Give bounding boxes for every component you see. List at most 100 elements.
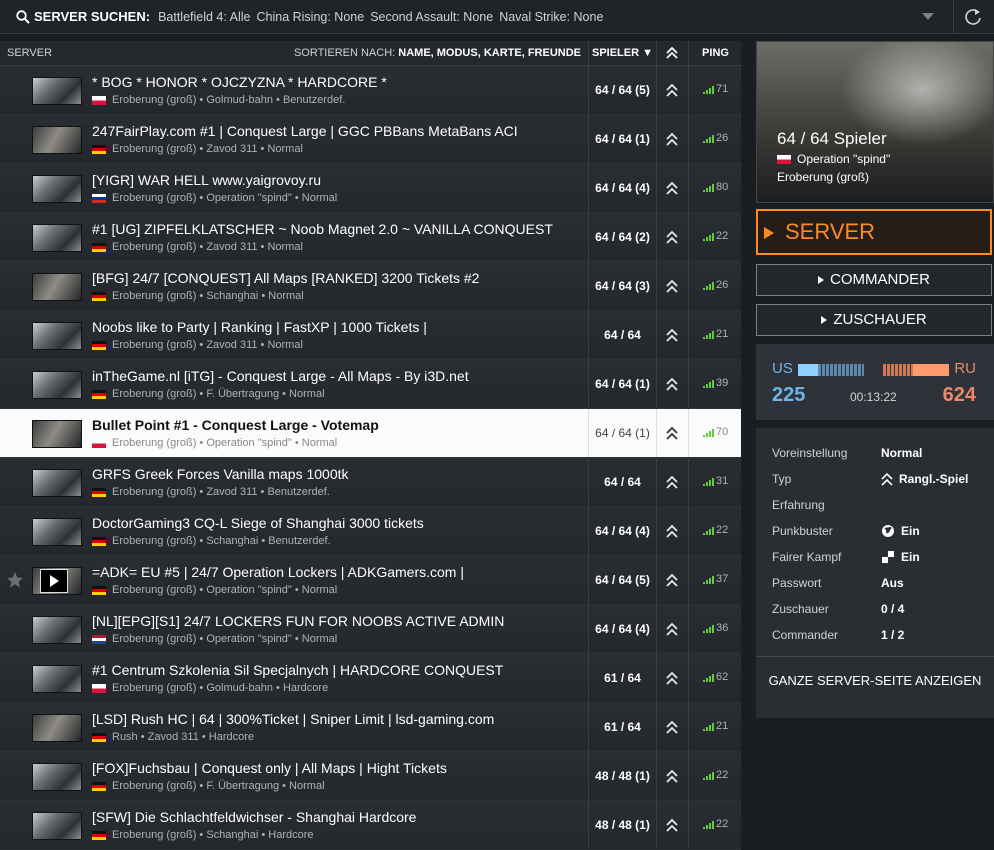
- setting-value-text: Rangl.-Spiel: [899, 472, 969, 486]
- server-ping: 26: [688, 262, 742, 310]
- ping-signal-icon: [703, 233, 714, 241]
- join-server-button[interactable]: SERVER BEITRETEN: [756, 209, 992, 286]
- flag-icon: [92, 438, 106, 448]
- fairfight-icon: [882, 551, 894, 563]
- ranked-indicator: [656, 458, 688, 506]
- server-row[interactable]: 247FairPlay.com #1 | Conquest Large | GG…: [0, 115, 741, 164]
- column-players[interactable]: SPIELER ▼: [588, 41, 656, 65]
- server-row[interactable]: [YIGR] WAR HELL www.yaigrovoy.ru Eroberun…: [0, 164, 741, 213]
- server-info: Eroberung (groß) • Operation "spind" • N…: [92, 584, 337, 596]
- search-label: SERVER SUCHEN:: [34, 9, 151, 24]
- server-ping: 22: [688, 507, 742, 555]
- team1-name: US: [772, 360, 793, 377]
- server-row[interactable]: inTheGame.nl [iTG] - Conquest Large - Al…: [0, 360, 741, 409]
- server-players: 64 / 64 (5): [588, 66, 656, 114]
- filter-summary[interactable]: Battlefield 4: Alle China Rising: None S…: [158, 10, 603, 24]
- server-mode-map: Eroberung (groß) • Golmud-bahn • Hardcor…: [112, 682, 329, 694]
- server-row[interactable]: #1 [UG] ZIPFELKLATSCHER ~ Noob Magnet 2.…: [0, 213, 741, 262]
- flag-icon: [92, 242, 106, 252]
- ranked-indicator: [656, 311, 688, 359]
- server-mode-map: Eroberung (groß) • Operation "spind" • N…: [112, 584, 338, 596]
- server-row[interactable]: Noobs like to Party | Ranking | FastXP |…: [0, 311, 741, 360]
- server-ping: 36: [688, 605, 742, 653]
- flag-icon: [92, 487, 106, 497]
- server-info: Rush • Zavod 311 • Hardcore: [92, 731, 254, 743]
- setting-row: Fairer Kampf Ein: [772, 550, 982, 566]
- ping-value: 21: [716, 328, 729, 340]
- setting-value: Normal: [881, 446, 922, 460]
- filter-second-assault[interactable]: Second Assault: None: [370, 10, 493, 24]
- ping-value: 70: [716, 426, 729, 438]
- filter-battlefield4[interactable]: Battlefield 4: Alle: [158, 10, 250, 24]
- server-row[interactable]: * BOG * HONOR * OJCZYZNA * HARDCORE * Ero…: [0, 66, 741, 115]
- server-row[interactable]: DoctorGaming3 CQ-L Siege of Shanghai 300…: [0, 507, 741, 556]
- server-row[interactable]: #1 Centrum Szkolenia Sil Specjalnych | H…: [0, 654, 741, 703]
- flag-icon: [92, 193, 106, 203]
- setting-value: 1 / 2: [881, 628, 904, 642]
- play-icon: [821, 316, 828, 325]
- server-row[interactable]: [SFW] Die Schlachtfeldwichser - Shanghai…: [0, 801, 741, 850]
- full-server-page-button[interactable]: GANZE SERVER-SEITE ANZEIGEN: [756, 674, 994, 688]
- column-ping[interactable]: PING: [688, 41, 742, 65]
- flag-icon: [92, 144, 106, 154]
- server-row[interactable]: GRFS Greek Forces Vanilla maps 1000tk Ero…: [0, 458, 741, 507]
- server-row[interactable]: Bullet Point #1 - Conquest Large - Votem…: [0, 409, 741, 458]
- column-rank[interactable]: [656, 41, 688, 65]
- rank-icon: [666, 720, 678, 734]
- commander-label: COMMANDER: [830, 271, 930, 288]
- server-ping: 26: [688, 115, 742, 163]
- server-mode-map: Eroberung (groß) • F. Übertragung • Norm…: [112, 780, 325, 792]
- team1-tickets: 225: [772, 384, 806, 406]
- spectator-button[interactable]: ZUSCHAUER: [756, 304, 992, 336]
- commander-button[interactable]: COMMANDER: [756, 264, 992, 296]
- chevron-down-icon[interactable]: [922, 13, 934, 20]
- ping-value: 39: [716, 377, 729, 389]
- rank-icon: [666, 46, 678, 59]
- server-row[interactable]: =ADK= EU #5 | 24/7 Operation Lockers | A…: [0, 556, 741, 605]
- ranked-indicator: [656, 409, 688, 457]
- server-row[interactable]: [BFG] 24/7 [CONQUEST] All Maps [RANKED] …: [0, 262, 741, 311]
- map-preview: 64 / 64 Spieler Operation "spind" Erober…: [756, 41, 994, 203]
- server-mode-map: Rush • Zavod 311 • Hardcore: [112, 731, 255, 743]
- server-ping: 37: [688, 556, 742, 604]
- map-thumbnail: [32, 665, 82, 693]
- server-name: DoctorGaming3 CQ-L Siege of Shanghai 300…: [92, 515, 424, 531]
- server-info: Eroberung (groß) • Zavod 311 • Normal: [92, 241, 303, 253]
- server-players: 64 / 64 (1): [588, 409, 656, 457]
- setting-label: Voreinstellung: [772, 446, 848, 460]
- server-info: Eroberung (groß) • Zavod 311 • Normal: [92, 143, 303, 155]
- favorite-star-icon[interactable]: [6, 571, 24, 589]
- sort-choices[interactable]: NAME, MODUS, KARTE, FREUNDE: [398, 47, 581, 59]
- ranked-indicator: [656, 507, 688, 555]
- server-info: Eroberung (groß) • Operation "spind" • N…: [92, 633, 337, 645]
- sort-options[interactable]: SORTIEREN NACH: NAME, MODUS, KARTE, FREU…: [294, 47, 581, 59]
- ranked-indicator: [656, 654, 688, 702]
- filter-china-rising[interactable]: China Rising: None: [256, 10, 364, 24]
- map-thumbnail: [32, 518, 82, 546]
- team2-tickets: 624: [942, 384, 976, 406]
- refresh-icon[interactable]: [963, 7, 983, 27]
- ping-value: 26: [716, 132, 729, 144]
- server-row[interactable]: [NL][EPG][S1] 24/7 LOCKERS FUN FOR NOOBS…: [0, 605, 741, 654]
- map-thumbnail: [32, 175, 82, 203]
- server-info: Eroberung (groß) • Schanghai • Benutzerd…: [92, 535, 331, 547]
- server-row[interactable]: [FOX]Fuchsbau | Conquest only | All Maps…: [0, 752, 741, 801]
- server-search-bar[interactable]: SERVER SUCHEN: Battlefield 4: Alle China…: [0, 0, 994, 34]
- server-mode-map: Eroberung (groß) • Operation "spind" • N…: [112, 633, 338, 645]
- server-name: [NL][EPG][S1] 24/7 LOCKERS FUN FOR NOOBS…: [92, 613, 505, 629]
- play-icon: [818, 276, 824, 285]
- server-row[interactable]: [LSD] Rush HC | 64 | 300%Ticket | Sniper…: [0, 703, 741, 752]
- server-info: Eroberung (groß) • Zavod 311 • Normal: [92, 339, 303, 351]
- server-info: Eroberung (groß) • Operation "spind" • N…: [92, 437, 337, 449]
- map-thumbnail: [32, 273, 82, 301]
- play-icon[interactable]: [40, 569, 68, 593]
- server-name: * BOG * HONOR * OJCZYZNA * HARDCORE *: [92, 74, 387, 90]
- ranked-indicator: [656, 703, 688, 751]
- rank-icon: [666, 328, 678, 342]
- setting-value-text: 1 / 2: [881, 628, 905, 642]
- ping-signal-icon: [703, 723, 714, 731]
- filter-naval-strike[interactable]: Naval Strike: None: [499, 10, 603, 24]
- setting-row: Typ Rangl.-Spiel: [772, 472, 982, 488]
- server-mode-map: Eroberung (groß) • Zavod 311 • Normal: [112, 241, 303, 253]
- ranked-indicator: [656, 115, 688, 163]
